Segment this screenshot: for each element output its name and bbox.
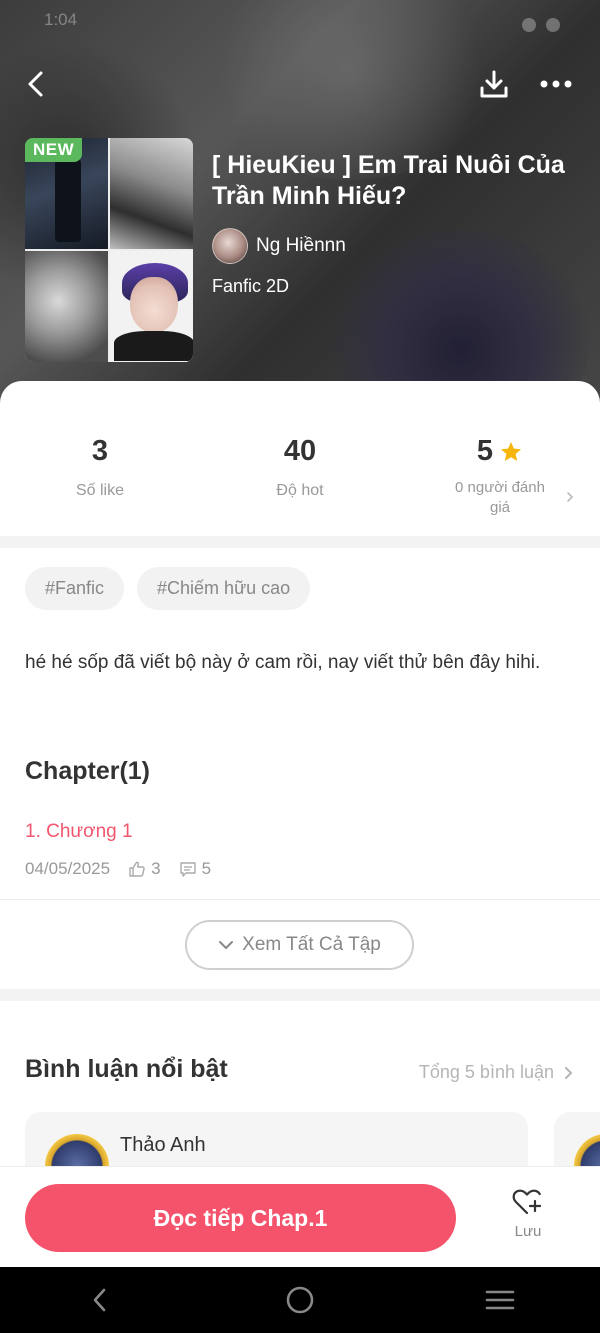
status-time: 1:04	[44, 10, 78, 29]
chapter-meta: 04/05/2025 3 5	[25, 859, 211, 879]
hot-label: Độ hot	[276, 482, 324, 499]
tag-chip[interactable]: #Fanfic	[25, 567, 125, 610]
thumbs-up-icon	[129, 861, 145, 877]
heart-plus-icon	[512, 1189, 542, 1215]
new-badge: NEW	[25, 138, 83, 162]
story-description: hé hé sốp đã viết bộ này ở cam rồi, nay …	[25, 652, 541, 673]
story-title: [ HieuKieu ] Em Trai Nuôi Của Trần Minh …	[212, 151, 565, 210]
chapter-heading: Chapter(1)	[25, 757, 151, 785]
hot-value: 40	[283, 435, 317, 467]
rating-value-row: 5	[400, 435, 600, 468]
star-icon	[501, 441, 522, 461]
author-name: Ng Hiềnnn	[256, 235, 346, 256]
section-divider	[0, 536, 600, 548]
likes-label: Số like	[75, 482, 125, 499]
story-header: 1:04 NEW [ HieuKieu ] Em Trai Nuôi Của T…	[0, 0, 600, 420]
status-icons	[522, 10, 560, 40]
section-line	[0, 899, 600, 900]
chevron-left-icon	[28, 71, 43, 97]
rating-value: 5	[476, 435, 494, 467]
battery-icon	[546, 18, 560, 32]
continue-reading-button[interactable]: Đọc tiếp Chap.1	[25, 1184, 456, 1252]
system-navigation-bar	[0, 1267, 600, 1333]
rating-label: 0 người đánh giá	[455, 479, 545, 516]
save-label: Lưu	[514, 1223, 542, 1240]
download-icon	[480, 70, 508, 98]
chevron-right-icon	[567, 492, 574, 502]
menu-lines-icon	[485, 1290, 515, 1310]
chevron-right-icon	[565, 1066, 573, 1079]
bottom-action-bar: Đọc tiếp Chap.1 Lưu	[0, 1166, 600, 1267]
cover-image-detail	[130, 277, 178, 333]
status-bar: 1:04	[44, 10, 560, 40]
tag-list: #Fanfic #Chiếm hữu cao	[25, 567, 311, 610]
chevron-left-icon	[93, 1288, 106, 1312]
view-all-chapters-button[interactable]: Xem Tất Cả Tập	[185, 920, 414, 970]
signal-icon	[522, 18, 536, 32]
chapter-like-count: 3	[151, 859, 161, 878]
download-button[interactable]	[472, 62, 516, 106]
chapter-likes: 3	[128, 859, 161, 879]
cover-image-detail	[114, 331, 193, 361]
comments-total-label: Tổng 5 bình luận	[418, 1062, 554, 1082]
author-link[interactable]: Ng Hiềnnn	[212, 228, 346, 264]
author-avatar	[212, 228, 248, 264]
stats-row: 3 Số like 40 Độ hot 5 0 người đánh giá	[0, 435, 600, 518]
tag-chip[interactable]: #Chiếm hữu cao	[137, 567, 311, 610]
system-home-button[interactable]	[270, 1275, 330, 1325]
cover-image-part	[25, 251, 108, 362]
more-options-button[interactable]	[534, 62, 578, 106]
chapter-comments: 5	[179, 859, 211, 879]
back-button[interactable]	[14, 62, 58, 106]
rating-stat[interactable]: 5 0 người đánh giá	[400, 435, 600, 518]
chapter-comment-count: 5	[201, 859, 212, 878]
system-recents-button[interactable]	[470, 1275, 530, 1325]
story-genre: Fanfic 2D	[212, 276, 290, 296]
likes-value: 3	[91, 435, 109, 467]
chapter-link[interactable]: 1. Chương 1	[25, 821, 133, 843]
comments-heading: Bình luận nổi bật	[25, 1055, 228, 1083]
section-divider	[0, 989, 600, 1001]
save-button[interactable]: Lưu	[490, 1187, 566, 1251]
comments-total-link[interactable]: Tổng 5 bình luận	[419, 1062, 574, 1083]
hot-stat: 40 Độ hot	[200, 435, 400, 518]
likes-stat: 3 Số like	[0, 435, 200, 518]
cover-image-part	[110, 138, 193, 249]
story-cover	[25, 138, 193, 362]
chapter-date: 04/05/2025	[25, 859, 111, 878]
commenter-name: Thảo Anh	[120, 1134, 206, 1156]
cover-image-part	[110, 251, 193, 362]
view-all-label: Xem Tất Cả Tập	[242, 934, 381, 955]
comment-icon	[179, 862, 196, 877]
circle-home-icon	[286, 1286, 314, 1314]
system-back-button[interactable]	[70, 1275, 130, 1325]
rating-label-wrap: 0 người đánh giá	[445, 478, 574, 518]
chevron-down-icon	[219, 941, 234, 949]
more-dots-icon	[540, 80, 572, 88]
